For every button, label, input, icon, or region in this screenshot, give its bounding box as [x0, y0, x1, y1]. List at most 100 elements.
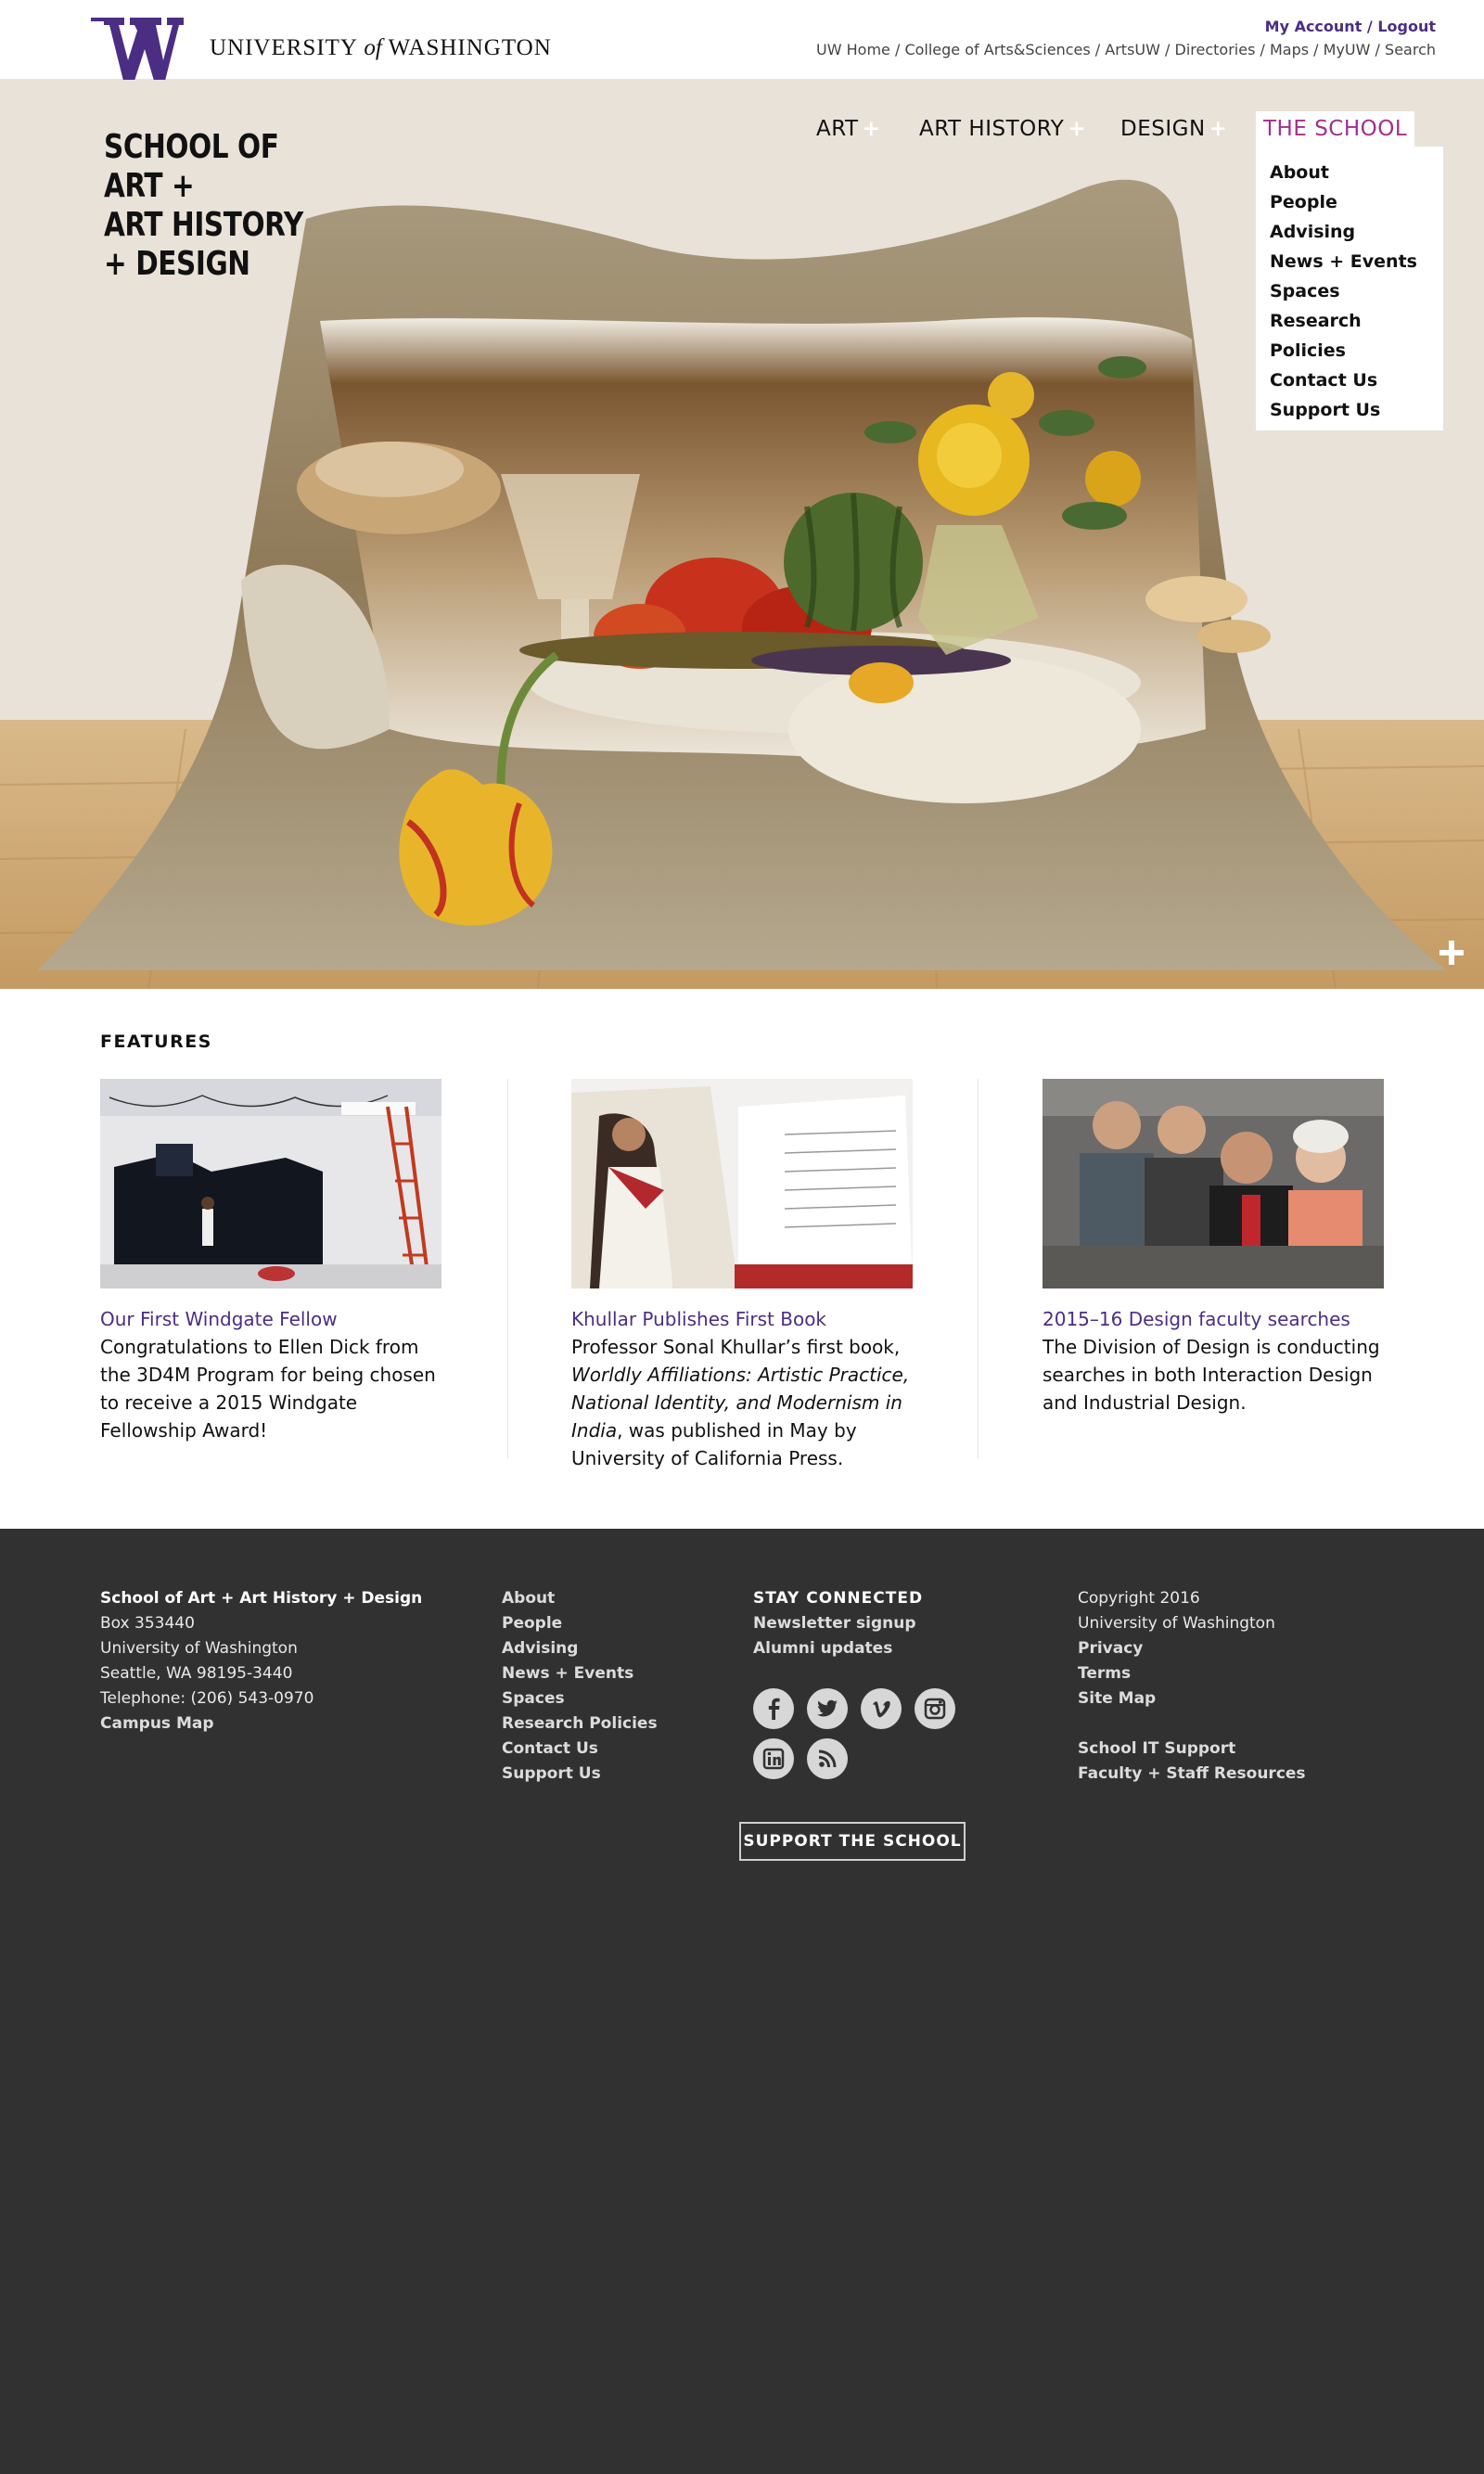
school-title-line: + DESIGN: [104, 245, 250, 283]
rss-icon[interactable]: [807, 1738, 848, 1779]
wordmark-university: UNIVERSITY: [210, 35, 358, 60]
stay-connected-heading: STAY CONNECTED: [753, 1589, 924, 1608]
account-sep: /: [1362, 18, 1378, 35]
menu-item-people[interactable]: People: [1270, 187, 1429, 217]
nav-design[interactable]: DESIGN +: [1113, 111, 1235, 147]
the-school-dropdown-menu: About People Advising News + Events Spac…: [1256, 147, 1443, 430]
footer-stay-connected: STAY CONNECTED Newsletter signup Alumni …: [753, 1586, 923, 1661]
footer-link-advising[interactable]: Advising: [502, 1636, 658, 1661]
footer-link-contact-us[interactable]: Contact Us: [502, 1737, 658, 1762]
instagram-icon[interactable]: [915, 1688, 955, 1729]
feature-title-link[interactable]: Khullar Publishes First Book: [571, 1305, 924, 1333]
feature-card: Khullar Publishes First Book Professor S…: [571, 1079, 924, 1472]
nav-the-school-label: THE SCHOOL: [1263, 117, 1408, 141]
feature-divider: [978, 1079, 979, 1459]
directories-link[interactable]: Directories: [1175, 41, 1256, 58]
terms-link[interactable]: Terms: [1078, 1661, 1306, 1686]
linkedin-icon[interactable]: [753, 1738, 794, 1779]
uw-home-link[interactable]: UW Home: [816, 41, 890, 58]
support-the-school-button[interactable]: SUPPORT THE SCHOOL: [739, 1822, 966, 1861]
uw-w-logo[interactable]: [91, 18, 184, 81]
site-map-link[interactable]: Site Map: [1078, 1686, 1306, 1711]
copyright-org: University of Washington: [1078, 1614, 1275, 1633]
privacy-link[interactable]: Privacy: [1078, 1636, 1306, 1661]
feature-card: Our First Windgate Fellow Congratulation…: [100, 1079, 453, 1444]
site-footer: School of Art + Art History + Design Box…: [0, 1529, 1484, 2474]
wordmark-of: of: [364, 35, 382, 60]
campus-map-link[interactable]: Campus Map: [100, 1711, 422, 1737]
expand-plus-icon: +: [862, 117, 881, 141]
faculty-staff-resources-link[interactable]: Faculty + Staff Resources: [1078, 1762, 1306, 1787]
myuw-link[interactable]: MyUW: [1324, 41, 1371, 58]
feature-body-text: Professor Sonal Khullar’s first book,: [571, 1336, 901, 1358]
account-links: My Account / Logout: [1265, 18, 1436, 35]
footer-spacer: [1078, 1711, 1306, 1737]
artsuw-link[interactable]: ArtsUW: [1105, 41, 1160, 58]
twitter-icon[interactable]: [807, 1688, 848, 1729]
copyright-text: Copyright 2016: [1078, 1589, 1200, 1608]
link-sep: /: [1159, 41, 1175, 58]
link-sep: /: [1309, 41, 1324, 58]
school-title-line: ART +: [104, 167, 195, 205]
feature-body: Congratulations to Ellen Dick from the 3…: [100, 1336, 436, 1442]
nav-design-label: DESIGN: [1120, 117, 1206, 141]
feature-title-link[interactable]: 2015–16 Design faculty searches: [1043, 1305, 1395, 1333]
link-sep: /: [1255, 41, 1270, 58]
nav-art-label: ART: [816, 117, 859, 141]
menu-item-news-events[interactable]: News + Events: [1270, 247, 1429, 276]
college-link[interactable]: College of Arts&Sciences: [904, 41, 1090, 58]
nav-art-history[interactable]: ART HISTORY +: [912, 111, 1094, 147]
feature-image-studio[interactable]: [100, 1079, 441, 1289]
menu-item-about[interactable]: About: [1270, 158, 1429, 187]
school-title-line: ART HISTORY: [104, 206, 303, 244]
menu-item-policies[interactable]: Policies: [1270, 336, 1429, 365]
footer-address: School of Art + Art History + Design Box…: [100, 1586, 422, 1737]
feature-body: Professor Sonal Khullar’s first book, Wo…: [571, 1333, 924, 1472]
footer-link-news-events[interactable]: News + Events: [502, 1661, 658, 1686]
newsletter-signup-link[interactable]: Newsletter signup: [753, 1611, 923, 1636]
footer-links: About People Advising News + Events Spac…: [502, 1586, 658, 1787]
menu-item-advising[interactable]: Advising: [1270, 217, 1429, 247]
footer-link-research-policies[interactable]: Research Policies: [502, 1711, 658, 1737]
menu-item-spaces[interactable]: Spaces: [1270, 276, 1429, 306]
wordmark-washington: WASHINGTON: [388, 35, 552, 60]
features-heading: FEATURES: [100, 1032, 212, 1052]
school-it-support-link[interactable]: School IT Support: [1078, 1737, 1306, 1762]
feature-image-book[interactable]: [571, 1079, 913, 1288]
search-link[interactable]: Search: [1385, 41, 1436, 58]
logout-link[interactable]: Logout: [1377, 18, 1436, 35]
menu-item-support-us[interactable]: Support Us: [1270, 395, 1429, 425]
feature-card: 2015–16 Design faculty searches The Divi…: [1043, 1079, 1395, 1416]
vimeo-icon[interactable]: [861, 1688, 902, 1729]
footer-link-spaces[interactable]: Spaces: [502, 1686, 658, 1711]
footer-school-name: School of Art + Art History + Design: [100, 1589, 423, 1608]
footer-address-line: Box 353440: [100, 1614, 195, 1633]
expand-plus-icon: +: [1068, 117, 1087, 141]
nav-art-history-label: ART HISTORY: [919, 117, 1065, 141]
uw-wordmark[interactable]: UNIVERSITY of WASHINGTON: [210, 35, 552, 61]
maps-link[interactable]: Maps: [1270, 41, 1309, 58]
link-sep: /: [889, 41, 905, 58]
footer-telephone: Telephone: (206) 543-0970: [100, 1689, 314, 1708]
footer-address-line: Seattle, WA 98195-3440: [100, 1664, 293, 1683]
footer-link-people[interactable]: People: [502, 1611, 658, 1636]
footer-link-about[interactable]: About: [502, 1586, 658, 1611]
my-account-link[interactable]: My Account: [1265, 18, 1362, 35]
plus-icon[interactable]: [1438, 939, 1465, 967]
uw-global-links: UW Home / College of Arts&Sciences / Art…: [816, 41, 1436, 58]
footer-link-support-us[interactable]: Support Us: [502, 1762, 658, 1787]
footer-address-line: University of Washington: [100, 1639, 298, 1658]
link-sep: /: [1090, 41, 1106, 58]
link-sep: /: [1370, 41, 1386, 58]
feature-body: The Division of Design is conducting sea…: [1043, 1336, 1380, 1414]
feature-image-audience[interactable]: [1043, 1079, 1384, 1288]
menu-item-contact-us[interactable]: Contact Us: [1270, 365, 1429, 395]
uw-header: UNIVERSITY of WASHINGTON My Account / Lo…: [0, 0, 1484, 81]
feature-title-link[interactable]: Our First Windgate Fellow: [100, 1305, 453, 1333]
nav-art[interactable]: ART +: [809, 111, 888, 147]
nav-the-school[interactable]: THE SCHOOL: [1256, 111, 1415, 147]
menu-item-research[interactable]: Research: [1270, 306, 1429, 336]
facebook-icon[interactable]: [753, 1688, 794, 1729]
alumni-updates-link[interactable]: Alumni updates: [753, 1636, 923, 1661]
expand-plus-icon: +: [1209, 117, 1228, 141]
